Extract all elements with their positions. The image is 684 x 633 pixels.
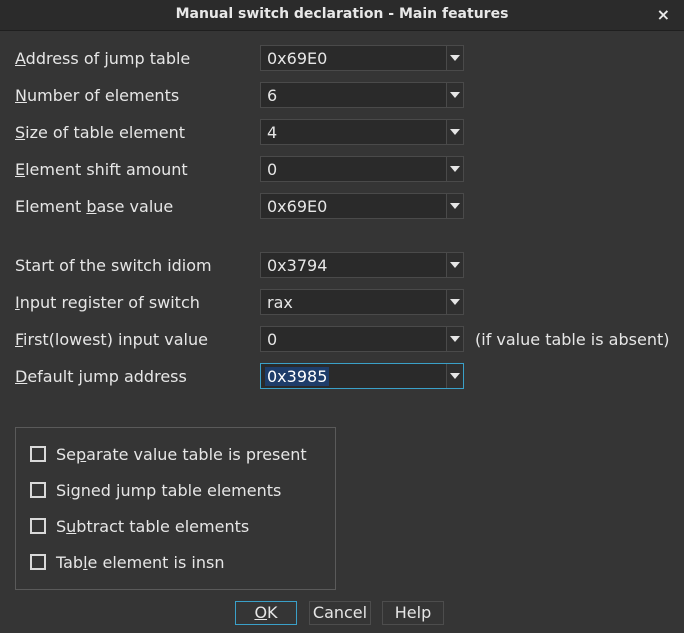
chevron-down-icon [450,203,460,209]
label-text: Tab [56,553,84,572]
dropdown-button[interactable] [446,194,463,218]
label-element-shift-amount: Element shift amount [15,160,188,179]
options-group: Separate value table is present Signed j… [15,427,336,590]
combo-value: 0x69E0 [267,197,328,216]
input-register-of-switch-combo[interactable]: rax [260,289,464,315]
checkbox-table-element-is-insn[interactable] [30,554,46,570]
label-address-of-jump-table: Address of jump table [15,49,190,68]
label-mnemonic: O [254,603,268,622]
label-mnemonic: u [66,517,77,536]
label-mnemonic: A [15,49,26,68]
combo-value: 6 [267,86,278,105]
dropdown-button[interactable] [446,290,463,314]
start-of-switch-idiom-combo[interactable]: 0x3794 [260,252,464,278]
label-mnemonic: F [15,330,24,349]
label-text: ddress of jump table [25,49,191,68]
value-table-hint: (if value table is absent) [475,330,670,349]
dropdown-button[interactable] [446,364,463,388]
dialog-content: Address of jump table 0x69E0 Number of e… [0,31,684,633]
address-of-jump-table-combo[interactable]: 0x69E0 [260,45,464,71]
number-of-elements-combo[interactable]: 6 [260,82,464,108]
label-input-register-of-switch: Input register of switch [15,293,200,312]
checkbox-label-separate-value-table[interactable]: Separate value table is present [56,445,307,464]
label-text: umber of elements [26,86,180,105]
label-text: ize of table element [25,123,186,142]
label-start-of-switch-idiom: Start of the switch idiom [15,256,212,275]
dropdown-button[interactable] [446,46,463,70]
chevron-down-icon [450,373,460,379]
label-mnemonic: p [76,445,87,464]
element-shift-amount-combo[interactable]: 0 [260,156,464,182]
combo-value: 0x3794 [267,256,328,275]
label-mnemonic: E [15,160,26,179]
chevron-down-icon [450,129,460,135]
label-mnemonic: b [86,197,97,216]
label-text: nput register of switch [19,293,200,312]
first-lowest-input-value-combo[interactable]: 0 [260,326,464,352]
dropdown-button[interactable] [446,157,463,181]
label-text: arate value table is present [86,445,307,464]
label-mnemonic: D [15,367,28,386]
element-base-value-combo[interactable]: 0x69E0 [260,193,464,219]
checkbox-subtract-table-elements[interactable] [30,518,46,534]
label-text: Element [15,197,87,216]
combo-value: 0x3985 [265,367,330,386]
close-icon[interactable]: × [657,5,670,24]
label-size-of-table-element: Size of table element [15,123,185,142]
combo-value: 0 [267,330,278,349]
checkbox-label-signed-jump-table-elements[interactable]: Signed jump table elements [56,481,281,500]
cancel-button[interactable]: Cancel [309,601,371,625]
label-text: K [267,603,278,622]
dialog-title: Manual switch declaration - Main feature… [175,6,509,22]
label-text: btract table elements [76,517,250,536]
checkbox-signed-jump-table-elements[interactable] [30,482,46,498]
ok-button[interactable]: OK [235,601,297,625]
combo-value: rax [267,293,293,312]
label-default-jump-address: Default jump address [15,367,187,386]
checkbox-label-subtract-table-elements[interactable]: Subtract table elements [56,517,249,536]
chevron-down-icon [450,299,460,305]
label-text: Si [56,481,71,500]
chevron-down-icon [450,262,460,268]
chevron-down-icon [450,55,460,61]
chevron-down-icon [450,336,460,342]
label-text: efault jump address [27,367,187,386]
label-text: ase value [96,197,174,216]
checkbox-label-table-element-is-insn[interactable]: Table element is insn [56,553,224,572]
combo-value: 0x69E0 [267,49,328,68]
dropdown-button[interactable] [446,120,463,144]
dropdown-button[interactable] [446,83,463,107]
label-element-base-value: Element base value [15,197,173,216]
label-mnemonic: N [15,86,27,105]
chevron-down-icon [450,92,460,98]
label-text: Se [56,445,76,464]
checkbox-separate-value-table[interactable] [30,446,46,462]
size-of-table-element-combo[interactable]: 4 [260,119,464,145]
label-number-of-elements: Number of elements [15,86,179,105]
label-text: ned jump table elements [80,481,282,500]
label-text: S [56,517,67,536]
combo-value: 4 [267,123,278,142]
dropdown-button[interactable] [446,253,463,277]
label-mnemonic: g [70,481,81,500]
default-jump-address-combo[interactable]: 0x3985 [260,363,464,389]
label-text: irst(lowest) input value [23,330,208,349]
label-text: lement shift amount [25,160,188,179]
label-text: e element is insn [87,553,225,572]
dropdown-button[interactable] [446,327,463,351]
chevron-down-icon [450,166,460,172]
label-first-lowest-input-value: First(lowest) input value [15,330,208,349]
title-bar: Manual switch declaration - Main feature… [0,0,684,31]
selected-text: 0x3985 [265,367,330,386]
help-button[interactable]: Help [382,601,444,625]
label-mnemonic: S [15,123,26,142]
combo-value: 0 [267,160,278,179]
